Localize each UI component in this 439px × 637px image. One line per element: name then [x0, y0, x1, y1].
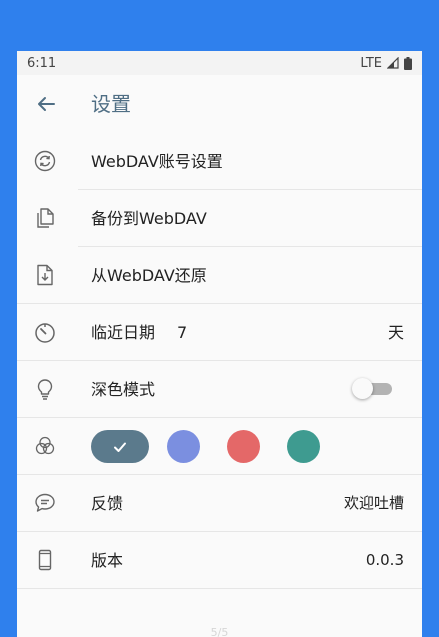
setting-recent-days[interactable]: 临近日期 7 天: [17, 304, 422, 361]
copy-icon: [34, 207, 56, 229]
toggle-thumb: [352, 378, 373, 399]
recent-days-unit: 天: [387, 323, 404, 342]
setting-label: 深色模式: [91, 380, 156, 399]
signal-icon: [387, 57, 399, 69]
setting-dark-mode[interactable]: 深色模式: [17, 361, 422, 418]
sync-icon: [34, 150, 56, 172]
version-value: 0.0.3: [365, 551, 404, 569]
feedback-value: 欢迎吐槽: [343, 494, 404, 512]
color-circles-icon: [34, 435, 56, 457]
phone-screen: 6:11 LTE 设置 WebDAV账号设置 备份到WebDAV 从WebDAV…: [17, 51, 422, 637]
setting-label: 从WebDAV还原: [91, 266, 207, 285]
lightbulb-icon: [34, 378, 56, 400]
setting-label: WebDAV账号设置: [91, 152, 223, 171]
timer-icon: [34, 321, 56, 343]
page-indicator: 5/5: [210, 626, 229, 637]
setting-label: 备份到WebDAV: [91, 209, 207, 228]
setting-version: 版本 0.0.3: [17, 532, 422, 589]
battery-icon: [404, 56, 412, 70]
status-time: 6:11: [27, 55, 57, 71]
recent-days-value[interactable]: 7: [177, 304, 187, 361]
dark-mode-toggle[interactable]: [352, 378, 392, 399]
setting-restore[interactable]: 从WebDAV还原: [17, 247, 422, 304]
arrow-back-icon: [38, 97, 55, 111]
status-bar: 6:11 LTE: [17, 51, 422, 75]
check-icon: [114, 442, 126, 452]
setting-backup[interactable]: 备份到WebDAV: [17, 190, 422, 247]
setting-feedback[interactable]: 反馈 欢迎吐槽: [17, 475, 422, 532]
network-type: LTE: [360, 55, 382, 71]
setting-theme-color: [17, 418, 422, 475]
theme-swatch[interactable]: [167, 430, 200, 463]
setting-webdav-account[interactable]: WebDAV账号设置: [17, 133, 422, 190]
app-bar: 设置: [17, 75, 422, 133]
theme-swatch[interactable]: [227, 430, 260, 463]
status-icons: LTE: [360, 56, 412, 71]
setting-label: 反馈: [91, 494, 124, 513]
settings-list: WebDAV账号设置 备份到WebDAV 从WebDAV还原 临近日期 7 天 …: [17, 133, 422, 589]
setting-label: 版本: [91, 551, 124, 570]
page-title: 设置: [91, 92, 131, 116]
theme-swatch-selected[interactable]: [91, 430, 149, 463]
chat-icon: [34, 492, 56, 514]
setting-label: 临近日期: [91, 323, 156, 342]
phone-icon: [34, 549, 56, 571]
file-download-icon: [34, 264, 56, 286]
theme-swatch[interactable]: [287, 430, 320, 463]
back-button[interactable]: [31, 89, 61, 119]
